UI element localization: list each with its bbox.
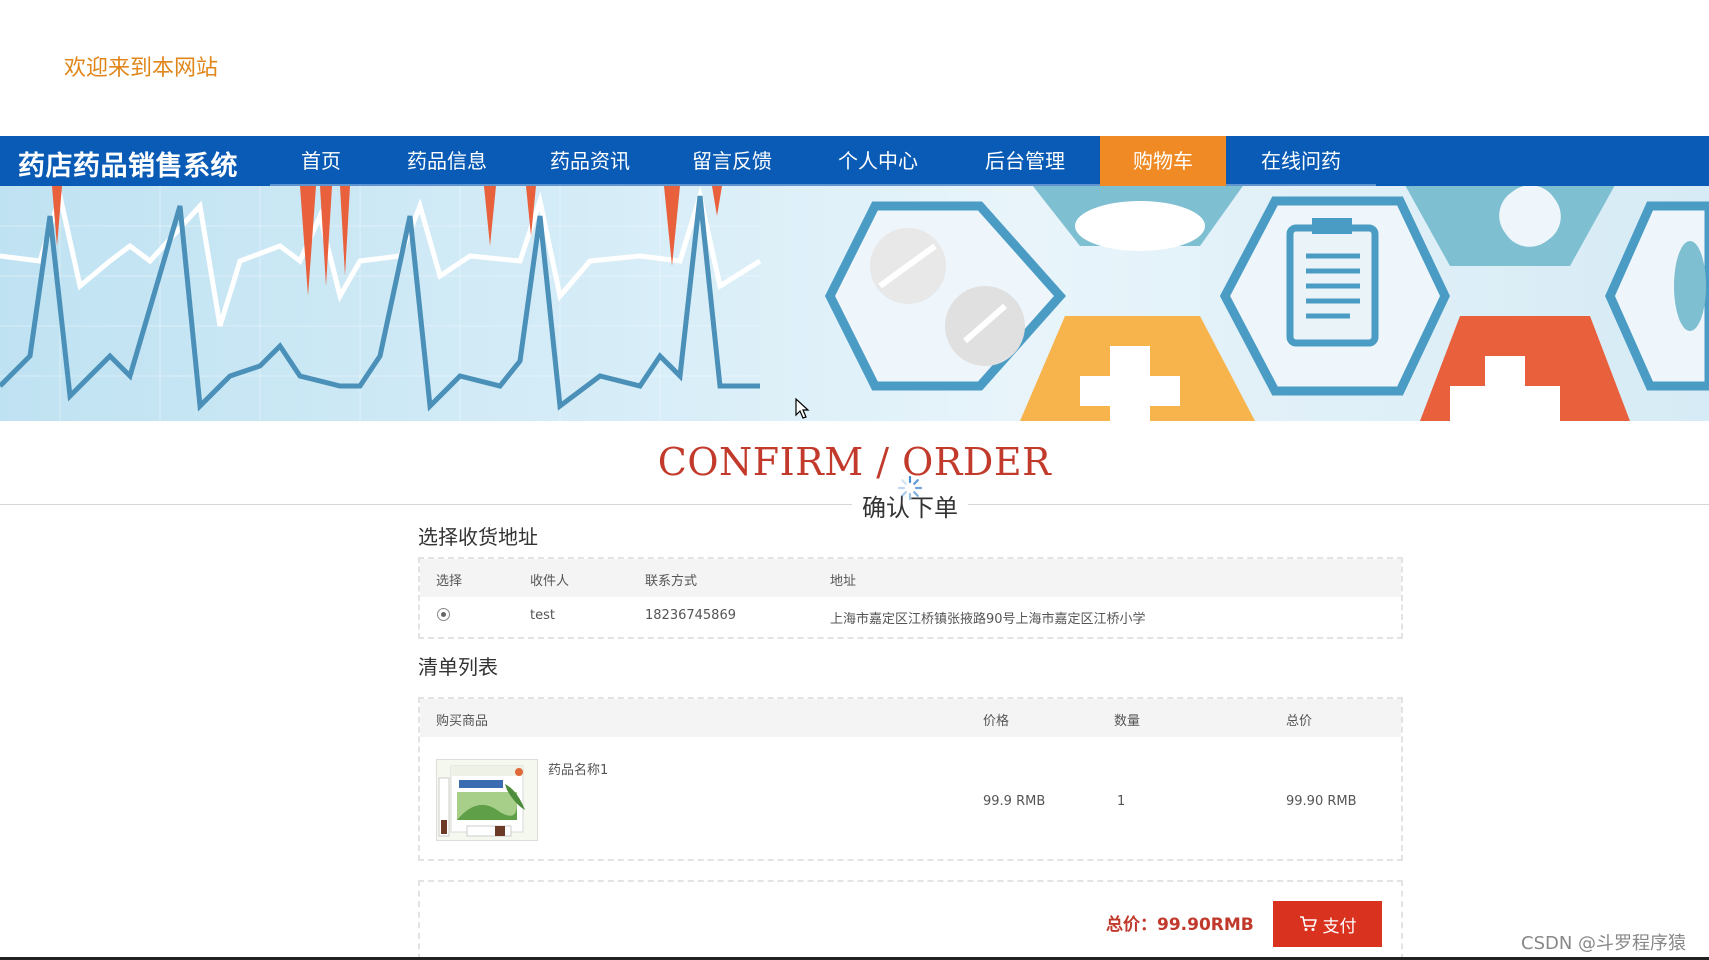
col-product: 购买商品 [436, 714, 489, 729]
nav-item-drug-news[interactable]: 药品资讯 [522, 136, 658, 186]
table-row: test 18236745869 上海市嘉定区江桥镇张掖路90号上海市嘉定区江桥… [420, 597, 1401, 637]
loading-spinner-icon [897, 475, 923, 501]
nav-item-home[interactable]: 首页 [270, 136, 372, 186]
recipient-name: test [530, 608, 555, 623]
order-table-header: 购买商品 价格 数量 总价 [420, 699, 1401, 737]
medicine-box-illustration [437, 760, 537, 840]
pay-button[interactable]: 支付 [1273, 901, 1382, 947]
product-total: 99.90 RMB [1286, 794, 1357, 809]
col-recipient: 收件人 [530, 574, 570, 589]
address-section-title: 选择收货地址 [418, 525, 538, 549]
table-row: 药品名称1 99.9 RMB 1 99.90 RMB [420, 737, 1401, 859]
nav-item-admin[interactable]: 后台管理 [950, 136, 1100, 186]
banner-illustration [0, 186, 1709, 421]
address-table: 选择 收件人 联系方式 地址 test 18236745869 上海市嘉定区江桥… [418, 557, 1403, 639]
nav-item-feedback[interactable]: 留言反馈 [658, 136, 806, 186]
pay-button-label: 支付 [1322, 916, 1357, 936]
product-price: 99.9 RMB [983, 794, 1046, 809]
recipient-phone: 18236745869 [645, 608, 736, 623]
nav-item-drug-info[interactable]: 药品信息 [372, 136, 522, 186]
total-price: 总价：99.90RMB [1106, 915, 1254, 935]
medical-banner [0, 186, 1709, 421]
site-title[interactable]: 药店药品销售系统 [18, 144, 238, 183]
recipient-address: 上海市嘉定区江桥镇张掖路90号上海市嘉定区江桥小学 [830, 612, 1146, 627]
checkout-panel [418, 880, 1403, 960]
col-phone: 联系方式 [645, 574, 698, 589]
product-quantity: 1 [1117, 794, 1126, 809]
col-price: 价格 [983, 714, 1010, 729]
product-image[interactable] [436, 759, 538, 841]
order-section-title: 清单列表 [418, 655, 498, 679]
page-title-en: CONFIRM / ORDER [657, 440, 1052, 484]
nav-item-online-consult[interactable]: 在线问药 [1226, 136, 1376, 186]
address-table-header: 选择 收件人 联系方式 地址 [420, 559, 1401, 597]
col-quantity: 数量 [1114, 714, 1141, 729]
nav-item-cart[interactable]: 购物车 [1100, 136, 1226, 186]
cart-icon [1299, 916, 1317, 931]
welcome-text: 欢迎来到本网站 [64, 56, 219, 81]
main-navbar: 药店药品销售系统 首页 药品信息 药品资讯 留言反馈 个人中心 后台管理 购物车… [0, 136, 1709, 186]
col-total: 总价 [1286, 714, 1313, 729]
product-name[interactable]: 药品名称1 [548, 759, 608, 778]
watermark-text: CSDN @斗罗程序猿 [1521, 933, 1687, 954]
top-header: 欢迎来到本网站 [0, 0, 1709, 136]
page-heading: CONFIRM / ORDER 确认下单 [0, 440, 1709, 523]
order-table: 购买商品 价格 数量 总价 药品名称1 99.9 RMB 1 99.90 RMB [418, 697, 1403, 861]
col-address: 地址 [830, 574, 857, 589]
col-select: 选择 [436, 574, 463, 589]
nav-item-personal-center[interactable]: 个人中心 [806, 136, 950, 186]
address-radio[interactable] [437, 608, 450, 621]
mouse-cursor-icon [795, 398, 810, 419]
